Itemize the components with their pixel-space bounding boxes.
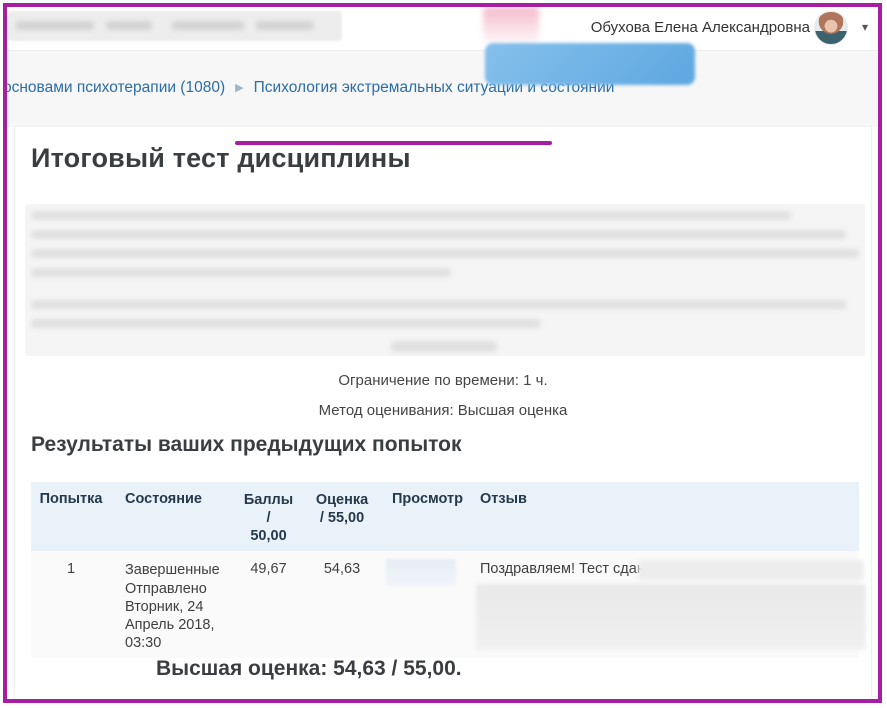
redacted-text-line	[391, 341, 497, 352]
page-title: Итоговый тест дисциплины	[31, 143, 411, 173]
redacted-text-line	[31, 230, 846, 239]
attempts-table: Попытка Состояние Баллы / 50,00 Оценка /…	[31, 482, 866, 658]
user-name: Обухова Елена Александровна	[590, 19, 810, 36]
attempt-marks-cell: 49,67	[231, 551, 306, 658]
col-header-feedback: Отзыв	[466, 482, 859, 552]
table-row: 1 Завершенные Отправлено Вторник, 24 Апр…	[31, 551, 866, 658]
quiz-card: Итоговый тест дисциплины Ограничение по …	[14, 126, 872, 697]
user-avatar	[814, 11, 848, 45]
redacted-feedback-line	[638, 560, 864, 581]
redacted-nav-item	[106, 21, 152, 30]
col-header-state: Состояние	[111, 482, 231, 552]
attempt-feedback-cell: Поздравляем! Тест сдан.	[466, 551, 866, 658]
redacted-feedback-block	[476, 584, 866, 651]
redacted-text-line	[31, 268, 451, 277]
col-header-review: Просмотр	[378, 482, 466, 552]
col-header-marks: Баллы / 50,00	[231, 482, 306, 552]
redacted-text-line	[31, 319, 541, 328]
redacted-nav-item	[172, 21, 244, 30]
redacted-main-nav	[8, 11, 342, 41]
results-heading: Результаты ваших предыдущих попыток	[31, 433, 462, 456]
page: Обухова Елена Александровна ▾ основами п…	[0, 0, 887, 708]
attempt-review-cell	[378, 551, 466, 658]
redacted-quiz-description	[25, 204, 865, 356]
breadcrumb-band: основами психотерапии (1080) ▶ Психология …	[3, 43, 878, 145]
breadcrumb-course-link[interactable]: основами психотерапии (1080)	[3, 79, 225, 96]
redacted-nav-item	[16, 21, 94, 30]
feedback-text: Поздравляем! Тест сдан.	[480, 561, 649, 578]
attempt-number-cell: 1	[31, 551, 111, 658]
table-header-row: Попытка Состояние Баллы / 50,00 Оценка /…	[31, 482, 859, 552]
attempt-state-cell: Завершенные Отправлено Вторник, 24 Апрел…	[111, 551, 231, 658]
col-header-grade: Оценка / 55,00	[306, 482, 378, 552]
redacted-text-line	[31, 249, 859, 258]
chevron-down-icon: ▾	[861, 20, 868, 34]
redacted-text-line	[31, 300, 846, 309]
best-grade-text: Высшая оценка: 54,63 / 55,00.	[156, 657, 462, 680]
top-header: Обухова Елена Александровна ▾	[7, 7, 878, 51]
redacted-pink-highlight	[483, 7, 539, 43]
redacted-notification-blue	[485, 43, 695, 85]
attempt-grade-cell: 54,63	[306, 551, 378, 658]
col-header-attempt: Попытка	[31, 482, 111, 552]
annotation-underline	[235, 141, 552, 145]
grading-method-text: Метод оценивания: Высшая оценка	[318, 402, 568, 419]
breadcrumb-separator-icon: ▶	[235, 82, 244, 94]
redacted-review-link[interactable]	[386, 559, 456, 587]
redacted-text-line	[31, 211, 791, 220]
time-limit-text: Ограничение по времени: 1 ч.	[338, 372, 548, 389]
redacted-nav-item	[256, 21, 314, 30]
